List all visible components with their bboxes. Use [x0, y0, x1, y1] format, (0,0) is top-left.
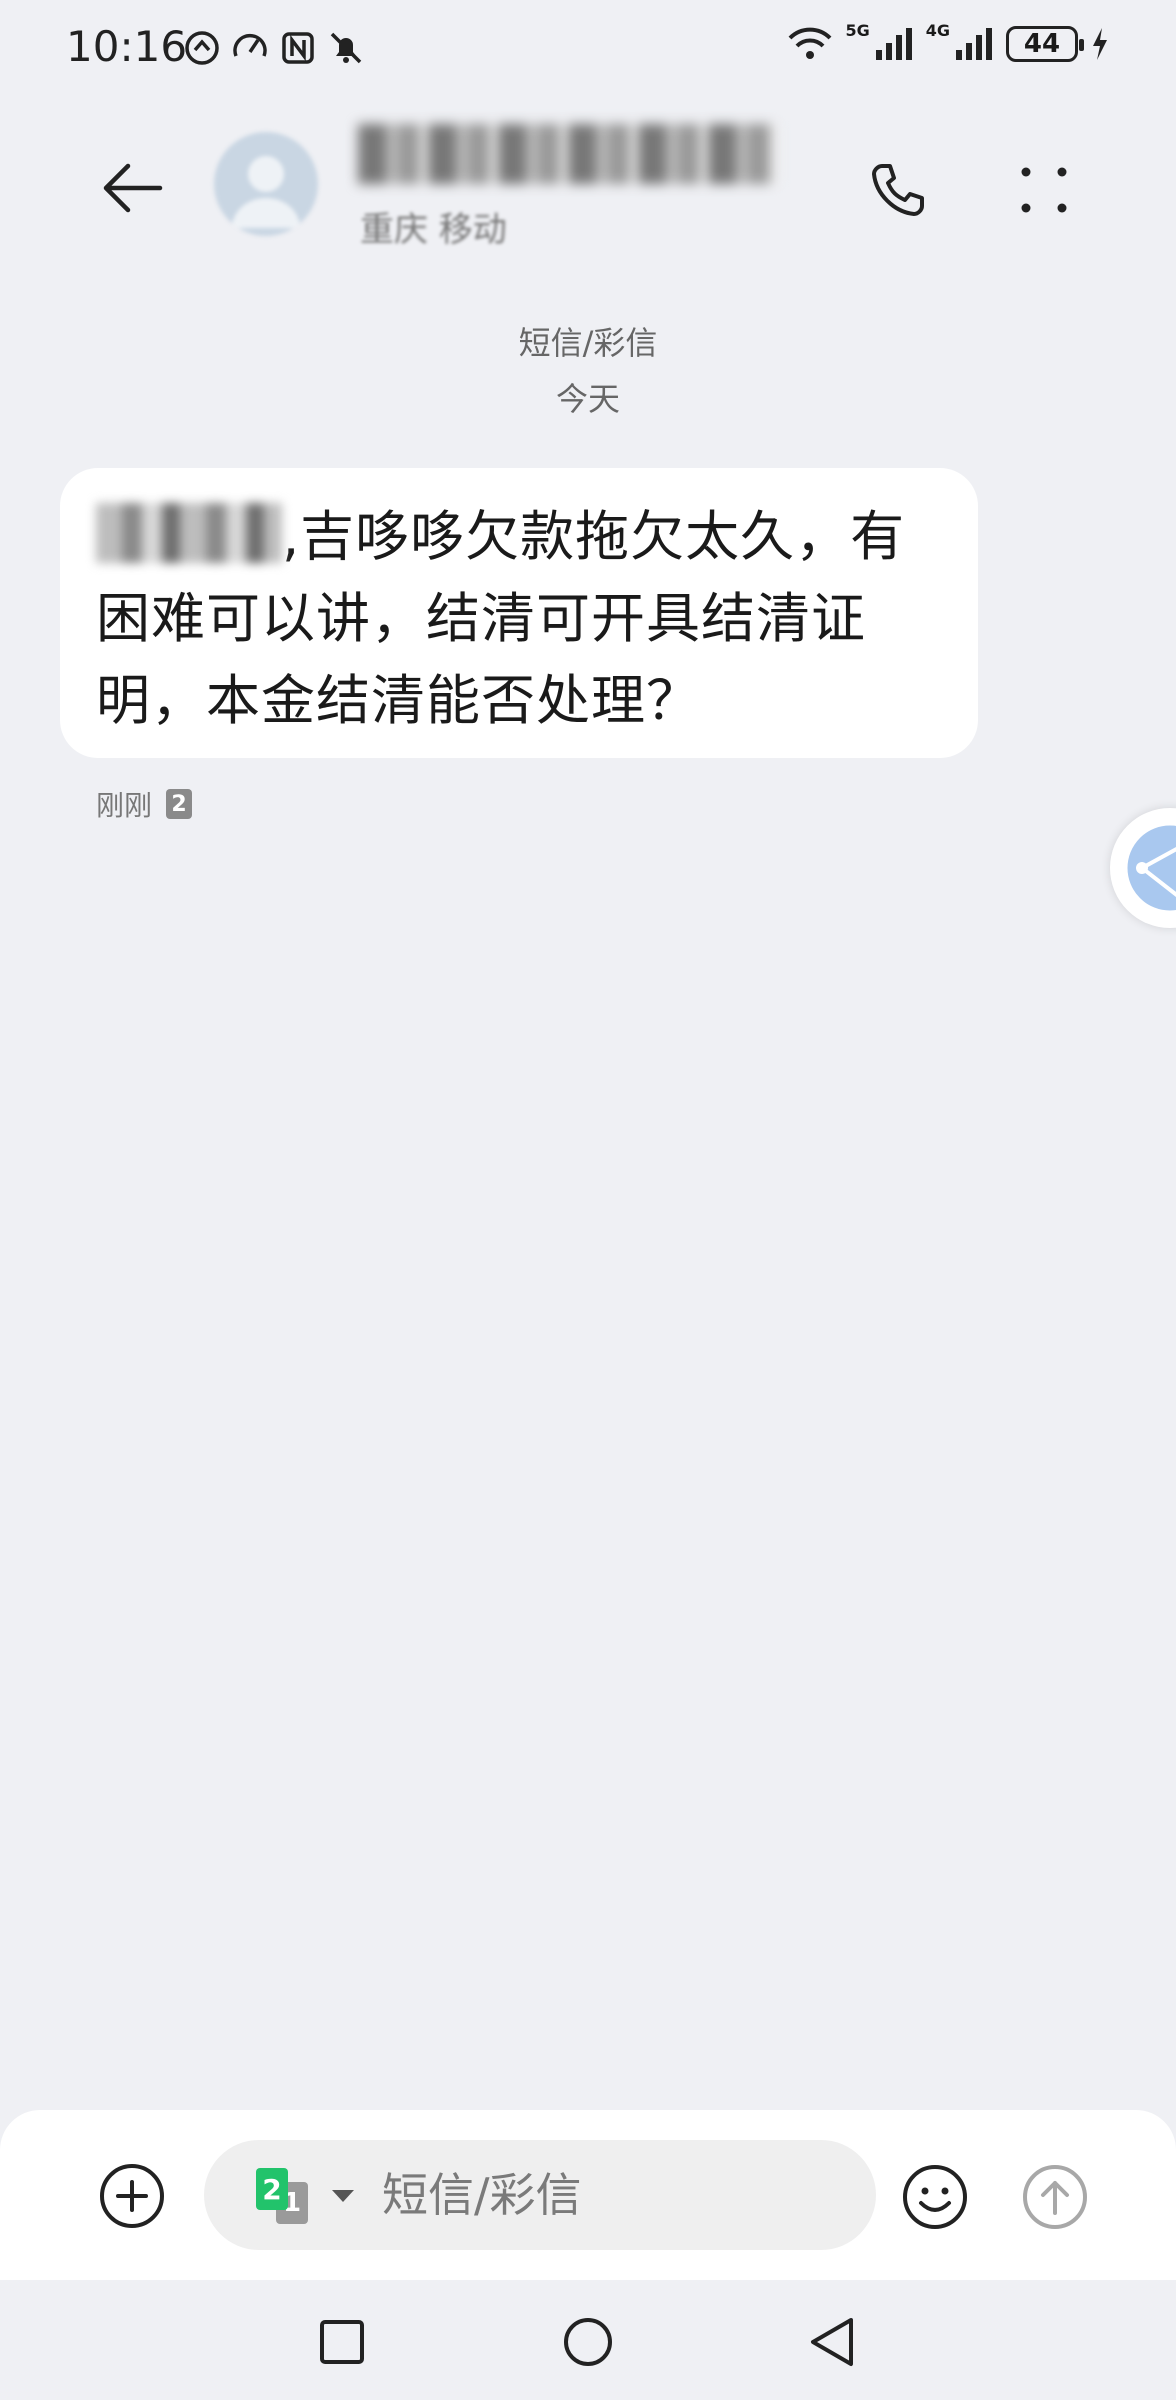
- mute-icon: [330, 32, 362, 64]
- person-icon: [232, 156, 300, 228]
- message-time: 刚刚: [96, 789, 153, 822]
- message-composer: 2 1: [0, 2110, 1176, 2280]
- plus-circle-icon: [100, 2164, 164, 2228]
- circle-icon: [564, 2318, 612, 2366]
- floating-assistant-ball[interactable]: [1110, 808, 1176, 928]
- recents-button[interactable]: [310, 2310, 374, 2374]
- conversation-header: 重庆 移动: [0, 110, 1176, 260]
- contact-name-redacted[interactable]: [358, 124, 778, 184]
- redacted-name: [96, 503, 282, 563]
- message-input-box: 2 1: [204, 2140, 876, 2250]
- phone-icon: [872, 164, 924, 216]
- assistant-globe-icon: [1124, 822, 1176, 914]
- signal-icon-2: [956, 28, 992, 60]
- status-left-icons: [182, 28, 366, 68]
- call-button[interactable]: [856, 148, 940, 232]
- send-arrow-icon: [1023, 2165, 1087, 2229]
- status-bar: 10:16 5G 4G 44: [0, 0, 1176, 100]
- back-button[interactable]: [92, 148, 172, 228]
- square-icon: [320, 2320, 364, 2364]
- message-input[interactable]: [382, 2164, 842, 2226]
- add-attachment-button[interactable]: [96, 2160, 168, 2232]
- system-navigation-bar: [0, 2280, 1176, 2400]
- message-body: ,吉哆哆欠款拖欠太久，有困难可以讲，结清可开具结清证明，本金结清能否处理？: [96, 496, 942, 742]
- speedometer-icon: [233, 33, 267, 57]
- signal2-label: 4G: [925, 20, 950, 40]
- caret-down-icon: [332, 2190, 354, 2202]
- back-nav-button[interactable]: [800, 2310, 864, 2374]
- avatar[interactable]: [214, 132, 318, 236]
- sim-badge: 2: [166, 789, 193, 819]
- back-arrow-icon: [103, 163, 163, 213]
- date-separator: 今天: [555, 380, 620, 418]
- nfc-icon: [282, 32, 314, 64]
- signal1-label: 5G: [845, 20, 870, 40]
- message-meta: 刚刚 2: [96, 784, 193, 824]
- charging-icon: [1093, 28, 1107, 60]
- status-right-icons: 5G 4G 44: [787, 21, 1110, 62]
- signal-icon: [875, 28, 912, 60]
- four-dots-icon: [1021, 167, 1067, 213]
- contact-carrier: 重庆 移动: [360, 210, 507, 250]
- battery-indicator: 44: [1006, 26, 1084, 62]
- conversation-type-label: 短信/彩信: [518, 324, 658, 362]
- emoji-button[interactable]: [898, 2160, 972, 2234]
- incoming-message-bubble[interactable]: ,吉哆哆欠款拖欠太久，有困难可以讲，结清可开具结清证明，本金结清能否处理？: [60, 468, 978, 758]
- triangle-back-icon: [811, 2318, 853, 2366]
- more-options-button[interactable]: [1002, 148, 1086, 232]
- usb-debug-icon: [185, 31, 219, 65]
- sim-2-badge: 2: [256, 2168, 288, 2210]
- home-button[interactable]: [556, 2310, 620, 2374]
- sim-selector[interactable]: 2 1: [254, 2168, 354, 2224]
- smiley-icon: [903, 2165, 967, 2229]
- send-button[interactable]: [1018, 2160, 1092, 2234]
- status-time: 10:16: [66, 22, 188, 71]
- wifi-icon: [789, 27, 832, 59]
